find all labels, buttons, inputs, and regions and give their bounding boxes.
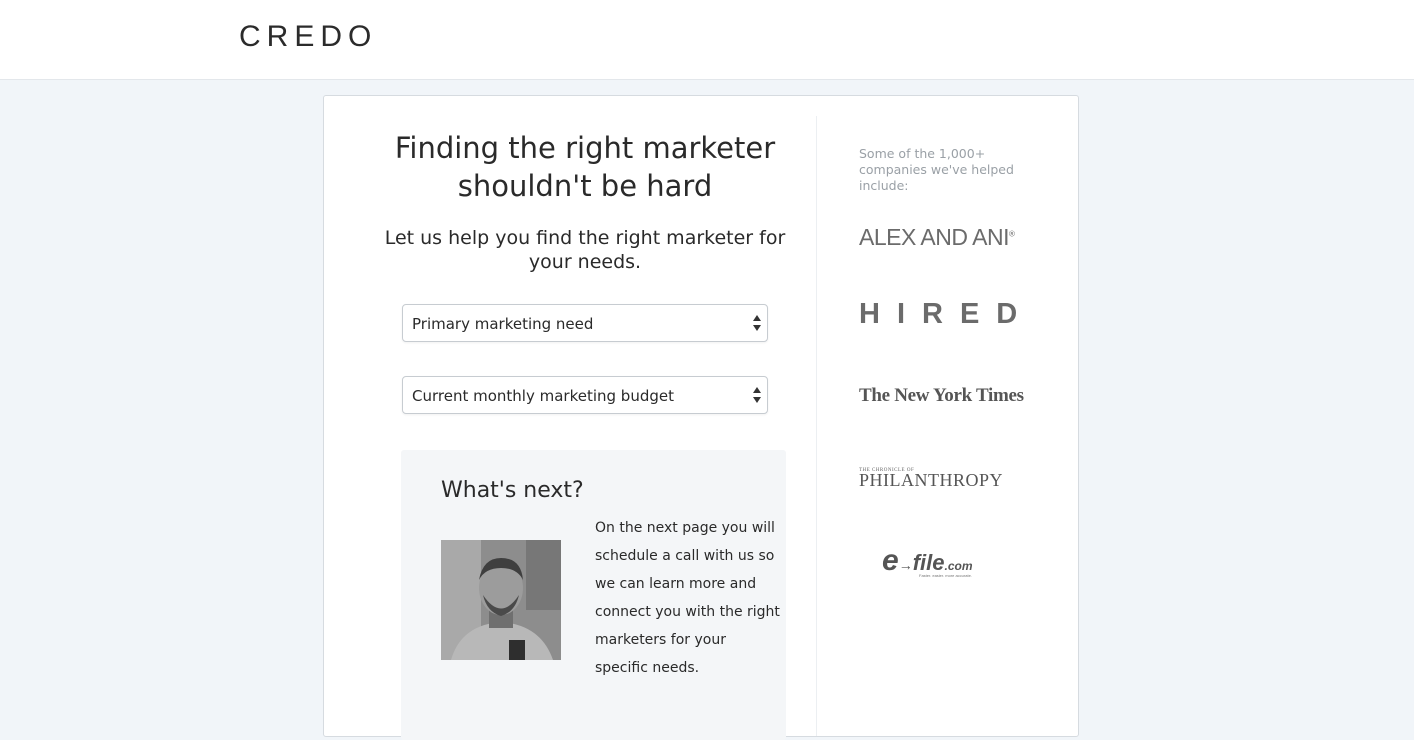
- column-divider: [816, 116, 817, 736]
- whats-next-panel: What's next? On the next page you will s…: [401, 450, 786, 740]
- alex-and-ani-logo: ALEX AND ANI®: [859, 224, 1019, 251]
- clients-intro-text: Some of the 1,000+ companies we've helpe…: [859, 146, 1014, 193]
- whats-next-heading: What's next?: [441, 478, 584, 503]
- efile-e-letter: e: [882, 544, 899, 577]
- select-value: Current monthly marketing budget: [412, 387, 674, 405]
- advisor-photo: [441, 540, 561, 660]
- page-title: Finding the right marketer shouldn't be …: [394, 131, 776, 203]
- hired-logo: HIRED: [859, 298, 1035, 330]
- select-arrows-icon: [753, 315, 761, 331]
- signup-card: Finding the right marketer shouldn't be …: [323, 95, 1079, 740]
- alex-and-ani-wordmark: ALEX AND ANI: [859, 224, 1009, 250]
- primary-marketing-need-select[interactable]: Primary marketing need: [402, 304, 768, 342]
- credo-logo[interactable]: CREDO: [239, 20, 377, 54]
- efile-arrow-icon: →: [898, 557, 913, 573]
- efile-tagline: Faster. easier. more accurate.: [919, 573, 972, 578]
- select-value: Primary marketing need: [412, 315, 594, 333]
- chronicle-of-philanthropy-logo: PHILANTHROPY: [859, 470, 1004, 490]
- select-arrows-icon: [753, 387, 761, 403]
- top-navbar: CREDO: [0, 0, 1414, 80]
- advisor-portrait-image: [441, 540, 561, 660]
- whats-next-description: On the next page you will schedule a cal…: [595, 520, 780, 676]
- efile-dotcom: .com: [944, 559, 973, 573]
- page-subtitle: Let us help you find the right marketer …: [384, 227, 786, 273]
- registered-mark: ®: [1008, 229, 1015, 239]
- efile-wordmark: file: [912, 550, 945, 575]
- monthly-budget-select[interactable]: Current monthly marketing budget: [402, 376, 768, 414]
- new-york-times-logo: The New York Times: [859, 385, 1024, 406]
